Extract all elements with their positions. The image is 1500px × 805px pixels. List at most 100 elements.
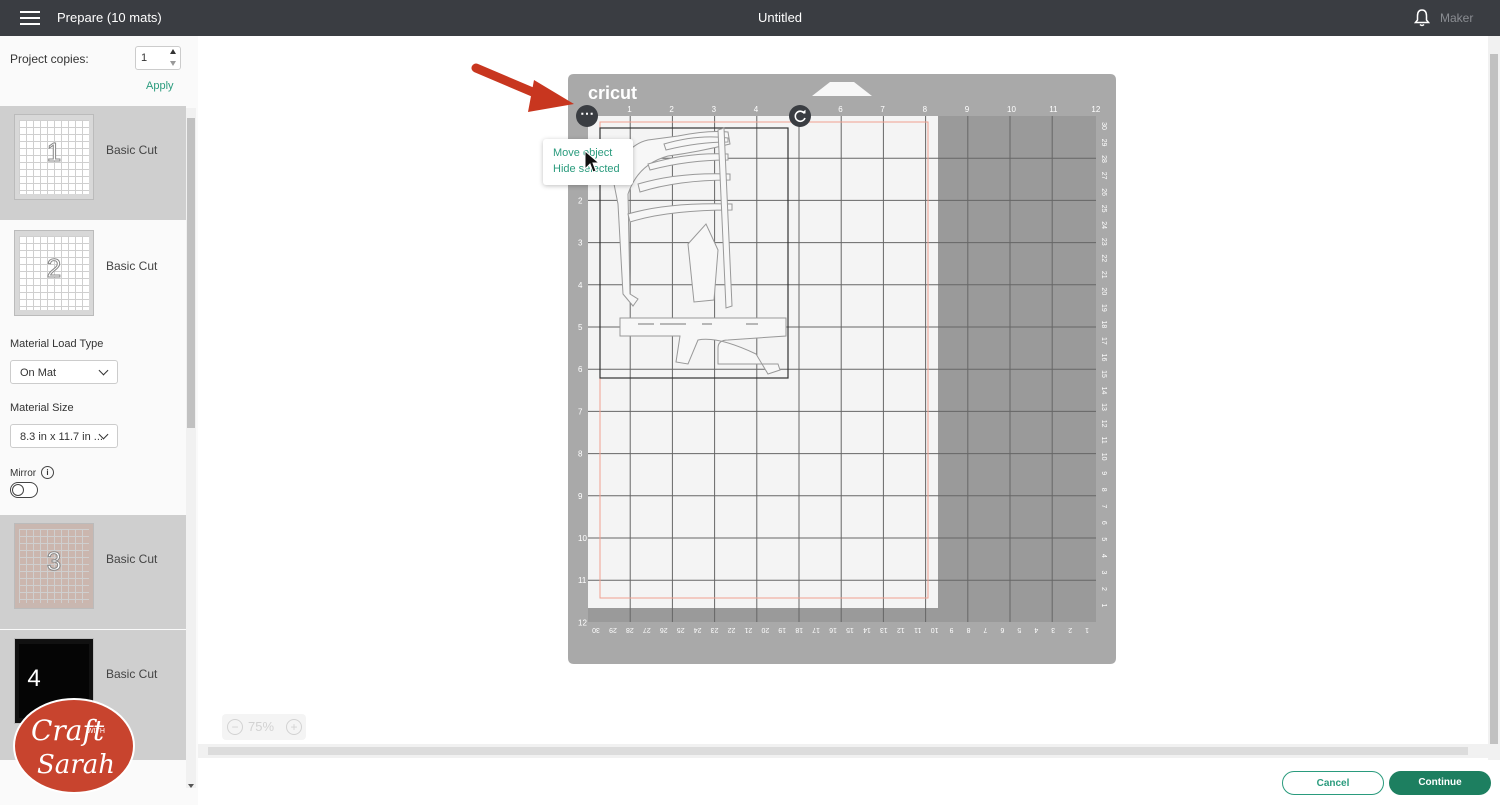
bottom-ruler-label: 12 bbox=[897, 626, 905, 633]
mirror-toggle[interactable] bbox=[10, 482, 38, 498]
cancel-button[interactable]: Cancel bbox=[1282, 771, 1384, 795]
zoom-level: 75% bbox=[248, 719, 275, 734]
rotate-icon[interactable] bbox=[789, 105, 811, 127]
bottom-ruler-label: 9 bbox=[950, 626, 954, 633]
top-ruler-label: 8 bbox=[923, 105, 928, 114]
right-ruler-label: 26 bbox=[1100, 188, 1107, 196]
red-arrow-annotation bbox=[471, 63, 574, 112]
logo-line-2: WITH bbox=[87, 728, 105, 735]
material-load-type-value: On Mat bbox=[20, 367, 57, 379]
mat-number: 3 bbox=[46, 546, 62, 577]
logo-line-3: Sarah bbox=[37, 750, 115, 780]
machine-name[interactable]: Maker bbox=[1440, 11, 1473, 25]
bottom-ruler-label: 29 bbox=[609, 626, 617, 633]
bottom-ruler-label: 28 bbox=[626, 626, 634, 633]
top-ruler-label: 4 bbox=[754, 105, 759, 114]
bottom-ruler-label: 4 bbox=[1034, 626, 1038, 633]
right-ruler-label: 4 bbox=[1100, 554, 1107, 558]
mat-number: 2 bbox=[46, 253, 62, 284]
bottom-ruler-label: 24 bbox=[694, 626, 702, 633]
left-ruler-label: 10 bbox=[578, 534, 587, 543]
document-title: Untitled bbox=[757, 10, 803, 25]
left-ruler-label: 3 bbox=[578, 239, 583, 248]
mat-item-3[interactable]: 3 Basic Cut bbox=[0, 515, 186, 629]
mat-thumbnail: 3 bbox=[14, 523, 94, 609]
info-icon[interactable]: i bbox=[41, 466, 54, 479]
mat-label: Basic Cut bbox=[106, 552, 158, 566]
mat-label: Basic Cut bbox=[106, 143, 158, 157]
zoom-in-icon[interactable]: + bbox=[286, 719, 302, 735]
mat-number: 1 bbox=[46, 137, 62, 168]
bell-icon[interactable] bbox=[1414, 9, 1430, 27]
bottom-ruler-label: 5 bbox=[1017, 626, 1021, 633]
canvas-vertical-scrollbar[interactable] bbox=[1488, 36, 1500, 760]
right-ruler-label: 28 bbox=[1100, 155, 1107, 163]
top-ruler-label: 11 bbox=[1049, 105, 1058, 114]
material-size-select[interactable]: 8.3 in x 11.7 in ... bbox=[10, 424, 118, 448]
right-ruler-label: 23 bbox=[1100, 238, 1107, 246]
craft-with-sarah-logo: Craft WITH Sarah bbox=[13, 698, 135, 794]
mat-item-1[interactable]: 1 Basic Cut bbox=[0, 106, 186, 220]
left-ruler-label: 7 bbox=[578, 407, 583, 416]
right-ruler-label: 27 bbox=[1100, 172, 1107, 180]
right-ruler-label: 29 bbox=[1100, 139, 1107, 147]
project-copies-value: 1 bbox=[141, 52, 148, 64]
bottom-ruler-label: 20 bbox=[761, 626, 769, 633]
top-ruler-label: 10 bbox=[1007, 105, 1016, 114]
bottom-ruler-label: 10 bbox=[931, 626, 939, 633]
bottom-ruler-label: 30 bbox=[592, 626, 600, 633]
hamburger-menu-icon[interactable] bbox=[20, 11, 40, 25]
left-ruler-label: 5 bbox=[578, 323, 583, 332]
bottom-ruler-label: 18 bbox=[795, 626, 803, 633]
mat-item-2[interactable]: 2 Basic Cut bbox=[0, 222, 186, 316]
right-ruler-label: 5 bbox=[1100, 537, 1107, 541]
right-ruler-label: 6 bbox=[1100, 521, 1107, 525]
mouse-cursor-icon bbox=[584, 150, 600, 173]
zoom-out-icon[interactable]: − bbox=[227, 719, 243, 735]
top-bar: Prepare (10 mats) Untitled Maker bbox=[0, 0, 1500, 36]
top-ruler-label: 7 bbox=[880, 105, 885, 114]
move-object-menu-item[interactable]: Move object bbox=[553, 147, 612, 159]
right-ruler-label: 21 bbox=[1100, 271, 1107, 279]
bottom-ruler-label: 3 bbox=[1051, 626, 1055, 633]
right-ruler-label: 20 bbox=[1100, 287, 1107, 295]
bottom-ruler-label: 23 bbox=[711, 626, 719, 633]
canvas-horizontal-scrollbar[interactable] bbox=[198, 744, 1488, 758]
right-ruler-label: 13 bbox=[1100, 403, 1107, 411]
bottom-ruler-label: 25 bbox=[677, 626, 685, 633]
bottom-ruler-label: 11 bbox=[914, 626, 921, 633]
cutting-mat: cricut 123456789101112 123456789101112 3… bbox=[568, 74, 1116, 664]
left-ruler-label: 9 bbox=[578, 492, 583, 501]
material-load-type-select[interactable]: On Mat bbox=[10, 360, 118, 384]
mat-thumbnail: 1 bbox=[14, 114, 94, 200]
right-ruler-label: 25 bbox=[1100, 205, 1107, 213]
left-ruler-label: 6 bbox=[578, 365, 583, 374]
mirror-label: Mirror bbox=[10, 468, 37, 479]
stepper-up-icon[interactable] bbox=[170, 49, 176, 54]
apply-button[interactable]: Apply bbox=[146, 80, 174, 92]
project-copies-label: Project copies: bbox=[10, 52, 89, 66]
top-ruler-label: 12 bbox=[1091, 105, 1100, 114]
bottom-ruler-label: 17 bbox=[812, 626, 820, 633]
continue-button[interactable]: Continue bbox=[1389, 771, 1491, 795]
right-ruler-label: 3 bbox=[1100, 570, 1107, 574]
right-ruler-label: 22 bbox=[1100, 254, 1107, 262]
zoom-control: − 75% + bbox=[222, 714, 306, 740]
bottom-ruler-label: 2 bbox=[1068, 626, 1072, 633]
top-ruler-label: 6 bbox=[838, 105, 843, 114]
left-ruler-label: 8 bbox=[578, 450, 583, 459]
right-ruler-label: 9 bbox=[1100, 471, 1107, 475]
mat-label: Basic Cut bbox=[106, 259, 158, 273]
right-ruler-label: 8 bbox=[1100, 488, 1107, 492]
scroll-down-icon[interactable] bbox=[188, 784, 194, 788]
page-title: Prepare (10 mats) bbox=[57, 10, 162, 25]
bottom-ruler-label: 8 bbox=[966, 626, 970, 633]
left-ruler-label: 2 bbox=[578, 196, 583, 205]
sidebar-scrollbar[interactable] bbox=[186, 108, 196, 788]
project-copies-stepper[interactable]: 1 bbox=[135, 46, 181, 70]
bottom-ruler-label: 19 bbox=[778, 626, 786, 633]
stepper-down-icon[interactable] bbox=[170, 61, 176, 66]
right-ruler-label: 12 bbox=[1100, 420, 1107, 428]
bottom-ruler-label: 16 bbox=[829, 626, 837, 633]
mat-thumbnail: 2 bbox=[14, 230, 94, 316]
